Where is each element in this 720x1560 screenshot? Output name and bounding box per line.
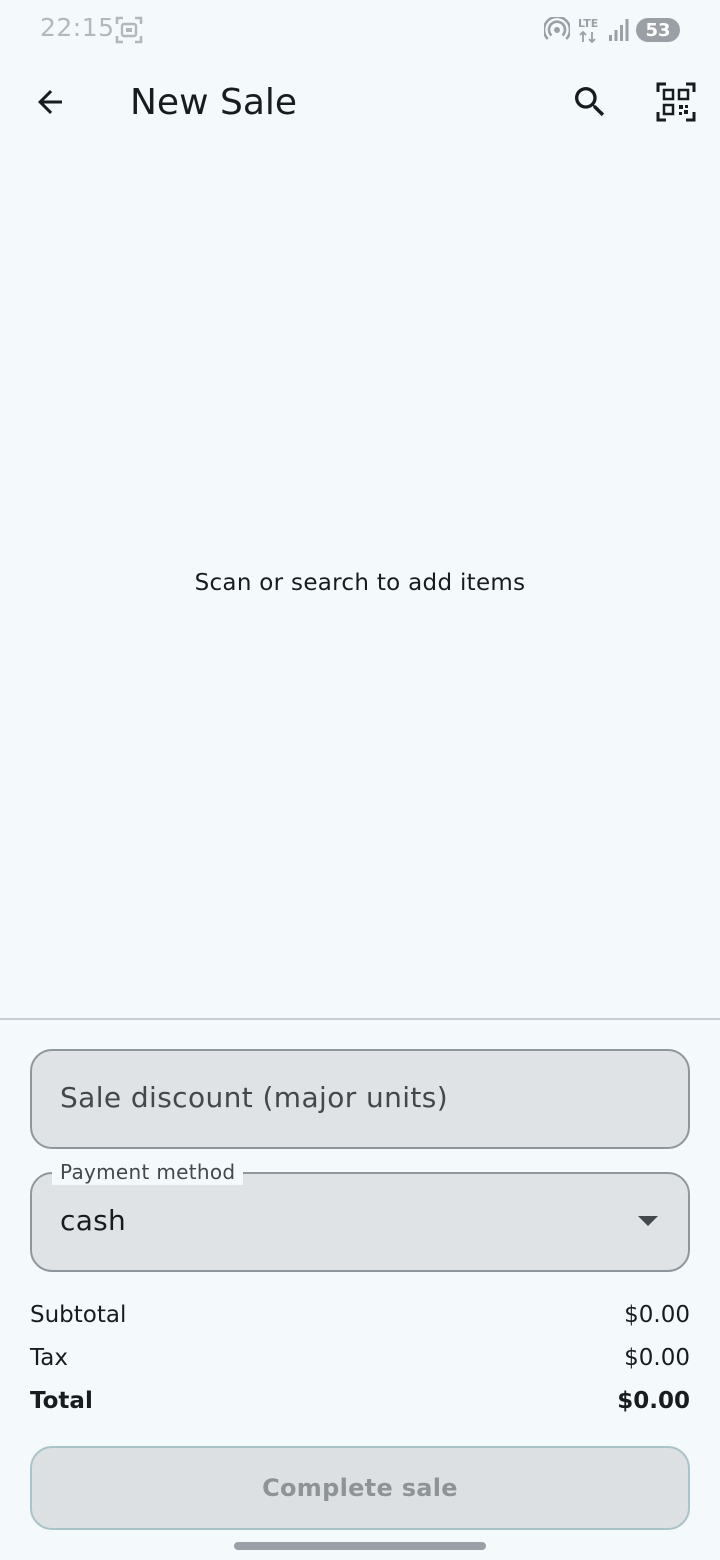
total-label: Total [30,1388,93,1414]
subtotal-value: $0.00 [624,1302,690,1328]
app-bar: New Sale [0,60,720,148]
subtotal-row: Subtotal $0.00 [30,1302,690,1328]
status-icons: LTE 53 [544,14,680,46]
tax-value: $0.00 [624,1345,690,1371]
payment-method-value: cash [60,1204,127,1237]
subtotal-label: Subtotal [30,1302,127,1328]
sale-discount-input[interactable]: Sale discount (major units) [30,1049,690,1149]
total-row: Total $0.00 [30,1388,690,1414]
scan-qr-button[interactable] [648,76,704,132]
search-icon [570,82,610,126]
divider [0,1018,720,1020]
network-label: LTE [578,17,598,30]
signal-icon [608,18,630,42]
back-button[interactable] [22,76,78,132]
lte-icon: LTE [576,16,602,44]
page-title: New Sale [130,82,298,123]
payment-method-dropdown[interactable]: Payment method cash [30,1159,690,1272]
hotspot-icon [544,17,570,43]
search-button[interactable] [562,76,618,132]
complete-sale-button[interactable]: Complete sale [30,1446,690,1530]
empty-state-message: Scan or search to add items [194,570,526,596]
dropdown-arrow-icon [638,1216,658,1226]
screen: 22:15 LTE 53 New Sale Scan or search to … [0,0,720,1560]
payment-method-label: Payment method [52,1159,244,1185]
tax-label: Tax [30,1345,68,1371]
back-arrow-icon [32,84,68,124]
battery-icon: 53 [636,18,680,42]
qr-code-scan-icon [656,82,696,126]
status-bar: 22:15 LTE 53 [0,0,720,60]
sale-discount-placeholder: Sale discount (major units) [60,1081,449,1114]
screenshot-icon [114,15,144,45]
total-value: $0.00 [617,1388,690,1414]
home-indicator[interactable] [234,1542,486,1550]
status-time: 22:15 [40,13,115,42]
tax-row: Tax $0.00 [30,1345,690,1371]
